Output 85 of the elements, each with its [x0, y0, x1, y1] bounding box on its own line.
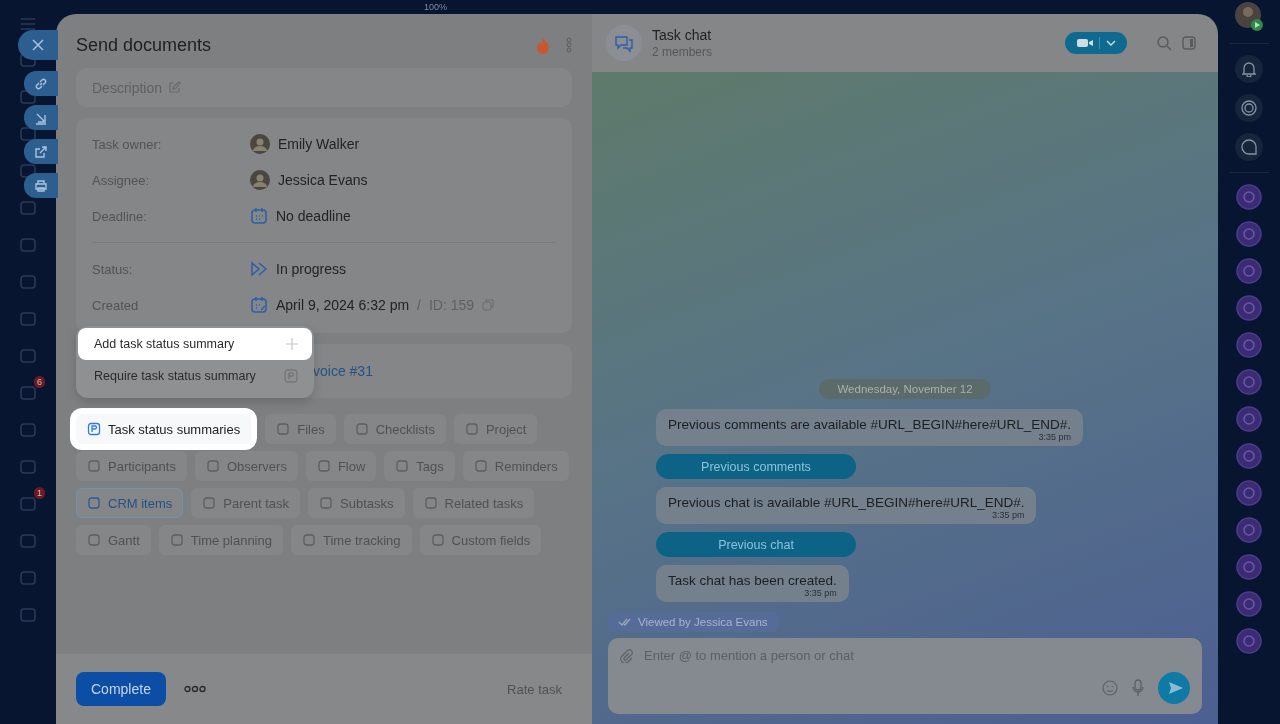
complete-button[interactable]: Complete — [76, 672, 166, 706]
emoji-icon[interactable] — [1102, 680, 1118, 696]
close-button[interactable] — [18, 30, 58, 60]
sidebar-app-icon[interactable] — [19, 606, 37, 624]
message-text: Task chat has been created. — [668, 573, 837, 588]
microphone-icon[interactable] — [1132, 679, 1144, 697]
support-chat-button[interactable] — [1235, 133, 1263, 161]
chat-avatar-icon[interactable] — [1236, 443, 1262, 469]
viewed-text: Viewed by Jessica Evans — [638, 616, 768, 628]
avatar-icon — [250, 134, 270, 154]
sidebar-app-icon[interactable] — [19, 532, 37, 550]
task-title: Send documents — [76, 34, 213, 56]
chat-bubbles-icon — [606, 25, 642, 61]
sidebar-app-icon[interactable] — [19, 199, 37, 217]
crm-item-link[interactable]: voice #31 — [313, 363, 373, 379]
open-in-new-window-button[interactable] — [24, 139, 58, 164]
chat-avatar-icon[interactable] — [1236, 517, 1262, 543]
double-play-icon — [250, 260, 268, 278]
message-time: 3:35 pm — [1038, 432, 1071, 442]
menu-item[interactable]: Require task status summary — [78, 360, 312, 392]
sidebar-app-icon[interactable] — [19, 421, 37, 439]
copilot-button[interactable] — [1235, 94, 1263, 122]
plus-icon — [286, 338, 298, 350]
chat-avatar-icon[interactable] — [1236, 591, 1262, 617]
close-icon — [32, 39, 44, 51]
sidebar-app-icon[interactable] — [19, 236, 37, 254]
camera-icon — [1076, 37, 1093, 49]
chat-avatar-icon[interactable] — [1236, 406, 1262, 432]
send-button[interactable] — [1158, 672, 1190, 704]
side-panel-icon[interactable] — [1182, 36, 1196, 50]
download-button[interactable] — [24, 105, 58, 130]
chat-avatar-icon[interactable] — [1236, 332, 1262, 358]
chat-avatar-icon[interactable] — [1236, 258, 1262, 284]
field-value[interactable]: Emily Walker — [278, 136, 360, 152]
sidebar-app-icon[interactable] — [19, 273, 37, 291]
message-time: 3:35 pm — [804, 588, 837, 598]
notification-badge: 6 — [34, 376, 45, 388]
chat-action-button[interactable]: Previous comments — [656, 454, 856, 479]
field-value[interactable]: Jessica Evans — [278, 172, 368, 188]
zoom-level: 100% — [424, 1, 448, 14]
video-call-button[interactable] — [1065, 32, 1127, 54]
date-divider: Wednesday, November 12 — [819, 379, 991, 399]
chat-avatar-icon[interactable] — [1236, 295, 1262, 321]
menu-item[interactable]: Add task status summary — [78, 328, 312, 360]
summary-icon — [87, 422, 101, 436]
sidebar-app-icon[interactable] — [19, 495, 37, 513]
field-value: In progress — [276, 261, 347, 277]
caret-icon — [1105, 40, 1116, 46]
chat-avatar-icon[interactable] — [1236, 480, 1262, 506]
field-value: No deadline — [276, 208, 351, 224]
message-text: Previous chat is available #URL_BEGIN#here#URL_END#. — [668, 495, 1025, 510]
sidebar-app-icon[interactable] — [19, 384, 37, 402]
feature-chip[interactable]: CRM items — [76, 488, 184, 518]
sidebar-app-icon[interactable] — [19, 458, 37, 476]
chat-avatar-icon[interactable] — [1236, 369, 1262, 395]
more-icon[interactable] — [183, 685, 206, 693]
chat-bubble-icon — [1241, 139, 1257, 155]
copy-link-button[interactable] — [24, 71, 58, 96]
chat-avatar-icon[interactable] — [1236, 184, 1262, 210]
sidebar-app-icon[interactable] — [19, 347, 37, 365]
separator-slash: / — [417, 297, 421, 313]
notification-badge: 1 — [34, 487, 45, 499]
external-link-icon — [34, 144, 48, 159]
sidebar-app-icon[interactable] — [19, 310, 37, 328]
print-button[interactable] — [24, 173, 58, 198]
chat-title: Task chat — [652, 27, 713, 43]
chat-avatar-icon[interactable] — [1236, 554, 1262, 580]
avatar-icon[interactable] — [1235, 2, 1263, 32]
sidebar-app-icon[interactable] — [19, 569, 37, 587]
printer-icon — [34, 178, 48, 193]
chat-avatar-icon[interactable] — [1236, 221, 1262, 247]
avatar-icon — [250, 170, 270, 190]
message-time: 3:35 pm — [991, 510, 1025, 520]
chat-action-button[interactable]: Previous chat — [656, 532, 856, 557]
send-icon — [1167, 681, 1184, 695]
edit-icon — [168, 81, 182, 94]
calendar-edit-icon — [250, 296, 268, 314]
field-value: April 9, 2024 6:32 pm — [276, 297, 410, 313]
double-check-icon — [618, 618, 632, 626]
message-text: Previous comments are available #URL_BEGIN#here#URL_END#. — [668, 417, 1071, 432]
notifications-button[interactable] — [1235, 55, 1263, 83]
summary-icon — [284, 369, 298, 383]
search-icon[interactable] — [1157, 35, 1172, 51]
calendar-icon — [250, 207, 268, 225]
chat-avatar-icon[interactable] — [1236, 628, 1262, 654]
